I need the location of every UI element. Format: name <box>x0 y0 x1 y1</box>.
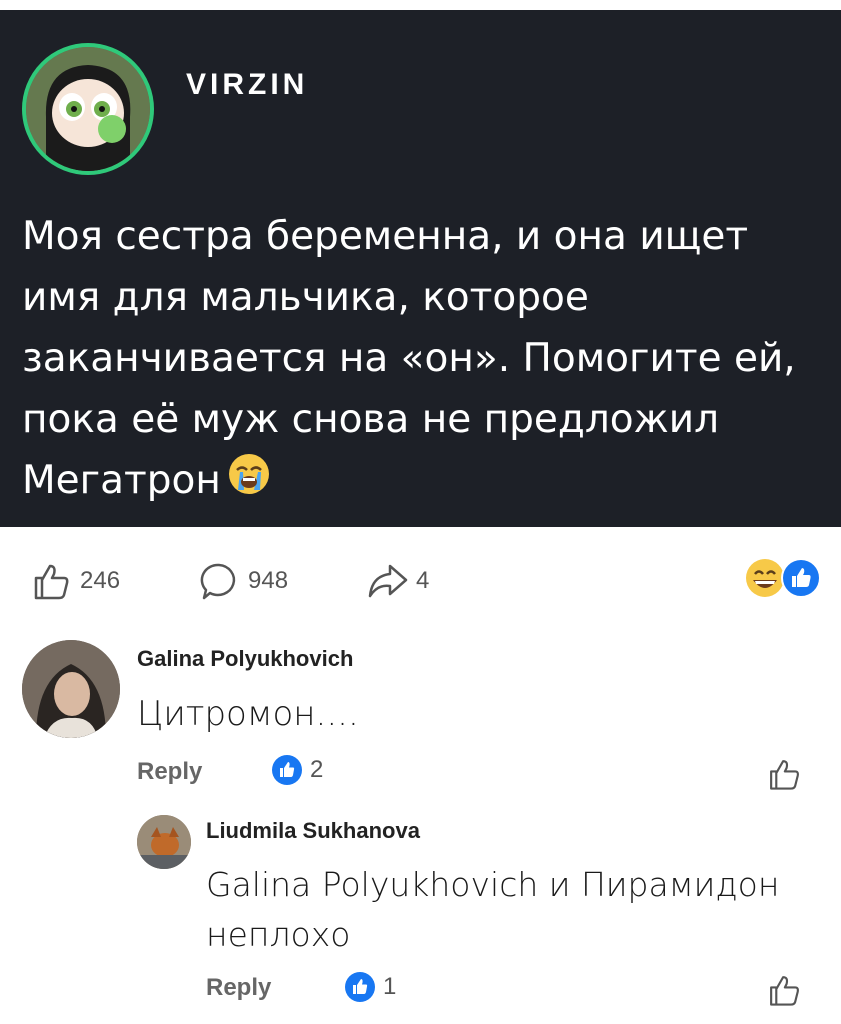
comment-like-badge-2[interactable]: 1 <box>345 972 396 1002</box>
reply-button-1[interactable]: Reply <box>137 758 202 786</box>
grinning-face-reaction-icon <box>746 559 784 597</box>
comment-like-badge-1[interactable]: 2 <box>272 755 323 785</box>
commenter-photo <box>22 640 120 738</box>
comment-bubble-icon <box>200 563 236 600</box>
post-text-content: Моя сестра беременна, и она ищет имя для… <box>22 214 796 503</box>
comment-like-button-2[interactable] <box>766 972 802 1008</box>
post-text: Моя сестра беременна, и она ищет имя для… <box>22 206 822 514</box>
author-avatar[interactable] <box>22 43 154 175</box>
commenter-avatar-1[interactable] <box>22 640 120 738</box>
share-count: 4 <box>416 567 430 594</box>
commenter-avatar-2[interactable] <box>137 815 191 869</box>
post-card: VIRZIN Моя сестра беременна, и она ищет … <box>0 10 841 527</box>
comment-count: 948 <box>248 567 289 594</box>
comment-button[interactable]: 948 <box>198 560 288 602</box>
like-reaction-icon <box>781 558 821 598</box>
commenter-photo <box>137 815 191 869</box>
like-count: 246 <box>80 567 121 594</box>
share-arrow-icon <box>368 564 408 598</box>
like-badge-icon <box>345 972 375 1002</box>
share-button[interactable]: 4 <box>366 560 429 602</box>
comment-like-button-1[interactable] <box>766 756 802 792</box>
comment-like-count-2: 1 <box>383 973 397 1000</box>
comment-text-2: Galina Polyukhovich и Пирамидон неплохо <box>206 865 780 954</box>
avatar-illustration <box>26 47 150 171</box>
comment-like-count-1: 2 <box>310 756 324 783</box>
thumbs-up-outline-icon <box>34 564 69 600</box>
reaction-summary[interactable] <box>745 558 821 598</box>
post-actions-bar: 246 948 4 <box>30 552 821 612</box>
crying-face-emoji-icon <box>227 452 271 514</box>
like-badge-icon <box>272 755 302 785</box>
commenter-name-2[interactable]: Liudmila Sukhanova <box>206 818 420 844</box>
comment-text-1: Цитромон.... <box>137 694 359 734</box>
author-name[interactable]: VIRZIN <box>186 68 308 102</box>
commenter-name-1[interactable]: Galina Polyukhovich <box>137 646 353 672</box>
reply-button-2[interactable]: Reply <box>206 974 271 1002</box>
like-button[interactable]: 246 <box>30 560 120 602</box>
